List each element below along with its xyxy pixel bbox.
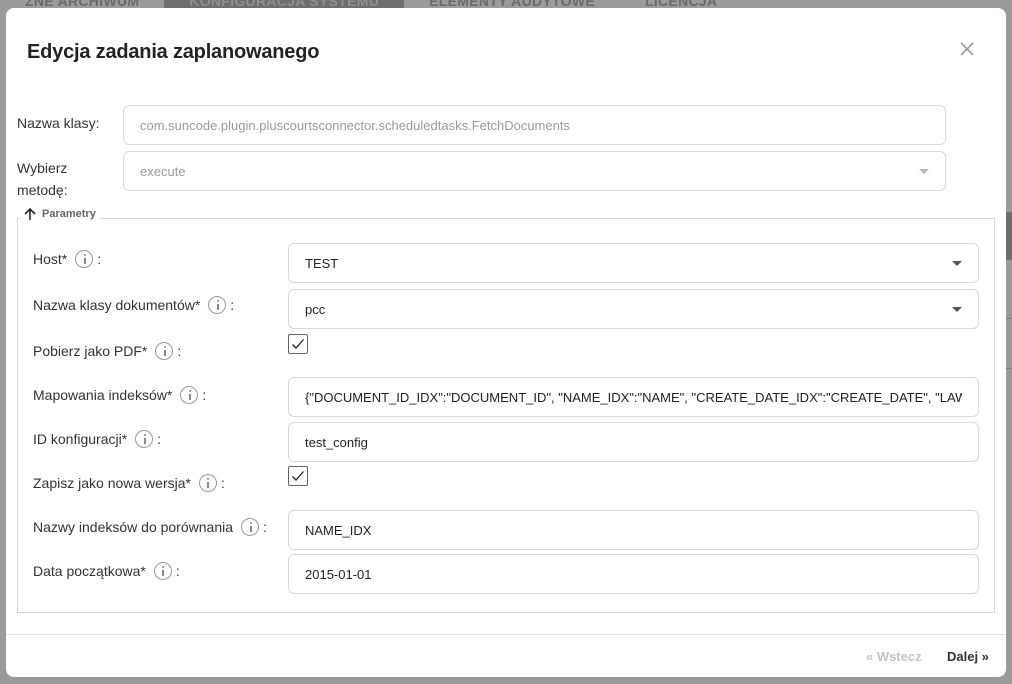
background-divider [1006,368,1012,369]
background-tabs: ZNE ARCHIWUM KONFIGURACJA SYSTEMU ELEMEN… [0,0,1012,8]
arrow-up-icon [24,207,36,220]
back-button[interactable]: « Wstecz [866,649,922,664]
info-icon[interactable] [198,474,217,492]
start-date-input[interactable]: 2015-01-01 [288,554,979,594]
info-icon[interactable] [75,250,94,268]
method-select[interactable]: execute [123,151,946,191]
chevron-down-icon [952,306,962,312]
mapping-input[interactable]: {"DOCUMENT_ID_IDX":"DOCUMENT_ID", "NAME_… [288,377,979,417]
info-icon[interactable] [153,562,172,580]
method-value: execute [140,163,186,179]
host-select[interactable]: TEST [288,243,979,283]
config-id-label-text: ID konfiguracji* [33,431,128,447]
colon: : [97,251,102,267]
background-divider [1006,318,1012,319]
new-version-checkbox[interactable] [288,466,308,486]
colon: : [157,431,162,447]
method-label: Wybierz metodę: [17,157,68,201]
bg-tab-archive: ZNE ARCHIWUM [25,0,140,8]
footer-divider [6,634,1006,635]
checkmark-icon [292,339,304,349]
colon: : [220,475,225,491]
edit-scheduled-task-dialog: Edycja zadania zaplanowanego Nazwa klasy… [6,8,1006,677]
class-name-value: com.suncode.plugin.pluscourtsconnector.s… [140,117,570,133]
new-version-label: Zapisz jako nowa wersja* : [33,472,225,494]
dialog-title: Edycja zadania zaplanowanego [27,41,320,63]
colon: : [263,519,267,535]
checkmark-icon [292,471,304,481]
colon: : [230,297,235,313]
parameters-legend-label: Parametry [42,208,96,220]
compare-input[interactable]: NAME_IDX [288,510,979,550]
info-icon[interactable] [155,342,174,360]
info-icon[interactable] [180,386,199,404]
bg-tab-audit: ELEMENTY AUDYTOWE [429,0,595,8]
info-icon[interactable] [208,296,227,314]
doc-class-value: pcc [305,301,326,317]
next-button[interactable]: Dalej » [947,649,989,664]
close-icon [960,42,974,56]
method-label-line1: Wybierz [17,160,68,176]
config-id-value: test_config [305,434,368,450]
start-date-value: 2015-01-01 [305,566,372,582]
doc-class-label-text: Nazwa klasy dokumentów* [33,297,201,313]
close-button[interactable] [956,38,978,60]
host-value: TEST [305,255,339,271]
colon: : [202,387,207,403]
class-name-field: com.suncode.plugin.pluscourtsconnector.s… [123,105,946,145]
start-date-label: Data początkowa* : [33,560,180,582]
pdf-checkbox[interactable] [288,334,308,354]
info-icon[interactable] [241,518,259,536]
mapping-label: Mapowania indeksów* : [33,384,206,406]
mapping-value: {"DOCUMENT_ID_IDX":"DOCUMENT_ID", "NAME_… [305,389,962,405]
parameters-legend[interactable]: Parametry [20,206,100,222]
colon: : [175,563,180,579]
host-label: Host* : [33,248,101,270]
config-id-label: ID konfiguracji* : [33,428,161,450]
compare-label: Nazwy indeksów do porównania : [33,516,267,538]
pdf-label-text: Pobierz jako PDF* [33,343,148,359]
colon: : [177,343,182,359]
new-version-label-text: Zapisz jako nowa wersja* [33,475,191,491]
doc-class-label: Nazwa klasy dokumentów* : [33,294,234,316]
compare-value: NAME_IDX [305,522,372,538]
background-scrollbar [1006,212,1012,260]
host-label-text: Host* [33,251,68,267]
compare-label-text: Nazwy indeksów do porównania [33,519,233,535]
info-icon[interactable] [135,430,154,448]
pdf-label: Pobierz jako PDF* : [33,340,181,362]
config-id-input[interactable]: test_config [288,422,979,462]
method-label-line2: metodę: [17,182,68,198]
start-date-label-text: Data początkowa* [33,563,146,579]
class-name-label: Nazwa klasy: [17,115,100,131]
chevron-down-icon [952,260,962,266]
doc-class-select[interactable]: pcc [288,289,979,329]
bg-tab-license: LICENCJA [644,0,718,8]
bg-tab-system-config: KONFIGURACJA SYSTEMU [164,0,405,8]
mapping-label-text: Mapowania indeksów* [33,387,173,403]
chevron-down-icon [919,168,929,174]
